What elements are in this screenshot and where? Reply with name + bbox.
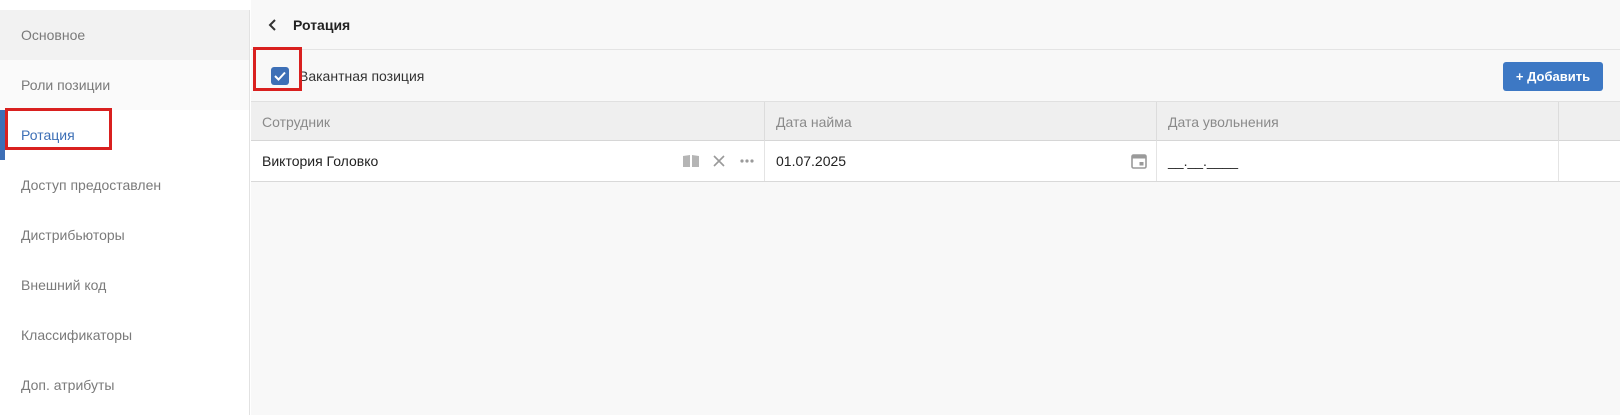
cell-hire-date[interactable]: 01.07.2025 bbox=[765, 141, 1157, 181]
sidebar-item-extra-attributes[interactable]: Доп. атрибуты bbox=[0, 360, 249, 410]
vacant-position-checkbox[interactable] bbox=[271, 67, 289, 85]
sidebar-item-position-roles[interactable]: Роли позиции bbox=[0, 60, 249, 110]
sidebar-item-external-code[interactable]: Внешний код bbox=[0, 260, 249, 310]
main-panel: Ротация Вакантная позиция + Добавить Сот… bbox=[251, 0, 1620, 415]
column-header-hire-date[interactable]: Дата найма bbox=[765, 102, 1157, 141]
sidebar-item-label: Классификаторы bbox=[21, 327, 133, 343]
sidebar-item-label: Доступ предоставлен bbox=[21, 177, 162, 193]
table-header: Сотрудник Дата найма Дата увольнения bbox=[251, 101, 1620, 141]
sidebar-item-distributors[interactable]: Дистрибьюторы bbox=[0, 210, 249, 260]
toolbar: Вакантная позиция + Добавить bbox=[251, 51, 1620, 101]
sidebar: Основное Роли позиции Ротация Доступ пре… bbox=[0, 10, 250, 415]
employee-name: Виктория Головко bbox=[262, 153, 379, 169]
clear-icon[interactable] bbox=[710, 153, 728, 169]
sidebar-item-label: Роли позиции bbox=[21, 77, 111, 93]
sidebar-item-main[interactable]: Основное bbox=[0, 10, 249, 60]
more-icon[interactable] bbox=[738, 153, 756, 169]
vacant-position-label: Вакантная позиция bbox=[299, 68, 425, 84]
page-header: Ротация bbox=[251, 0, 1620, 50]
hire-date-value: 01.07.2025 bbox=[776, 153, 847, 169]
sidebar-item-label: Доп. атрибуты bbox=[21, 377, 115, 393]
sidebar-item-label: Внешний код bbox=[21, 277, 107, 293]
sidebar-item-rotation[interactable]: Ротация bbox=[0, 110, 249, 160]
rotation-table: Сотрудник Дата найма Дата увольнения Вик… bbox=[251, 101, 1620, 182]
sidebar-item-label: Основное bbox=[21, 27, 86, 43]
sidebar-item-label: Дистрибьюторы bbox=[21, 227, 125, 243]
sidebar-item-access-granted[interactable]: Доступ предоставлен bbox=[0, 160, 249, 210]
chevron-left-icon bbox=[268, 18, 276, 31]
cell-dismissal-date[interactable]: __.__.____ bbox=[1157, 141, 1559, 181]
page-title: Ротация bbox=[293, 16, 351, 33]
row-actions bbox=[682, 153, 756, 169]
table-row[interactable]: Виктория Головко 01.07.2025 __.__.____ bbox=[251, 141, 1620, 182]
dismissal-date-value: __.__.____ bbox=[1168, 153, 1239, 169]
add-button[interactable]: + Добавить bbox=[1503, 62, 1603, 91]
column-header-employee[interactable]: Сотрудник bbox=[251, 102, 765, 141]
book-icon[interactable] bbox=[682, 153, 700, 169]
sidebar-item-classifiers[interactable]: Классификаторы bbox=[0, 310, 249, 360]
check-icon bbox=[274, 71, 286, 81]
back-button[interactable] bbox=[263, 15, 283, 35]
column-header-dismissal-date[interactable]: Дата увольнения bbox=[1157, 102, 1559, 141]
calendar-icon[interactable] bbox=[1130, 152, 1148, 170]
sidebar-item-label: Ротация bbox=[21, 127, 75, 143]
cell-employee[interactable]: Виктория Головко bbox=[251, 141, 765, 181]
